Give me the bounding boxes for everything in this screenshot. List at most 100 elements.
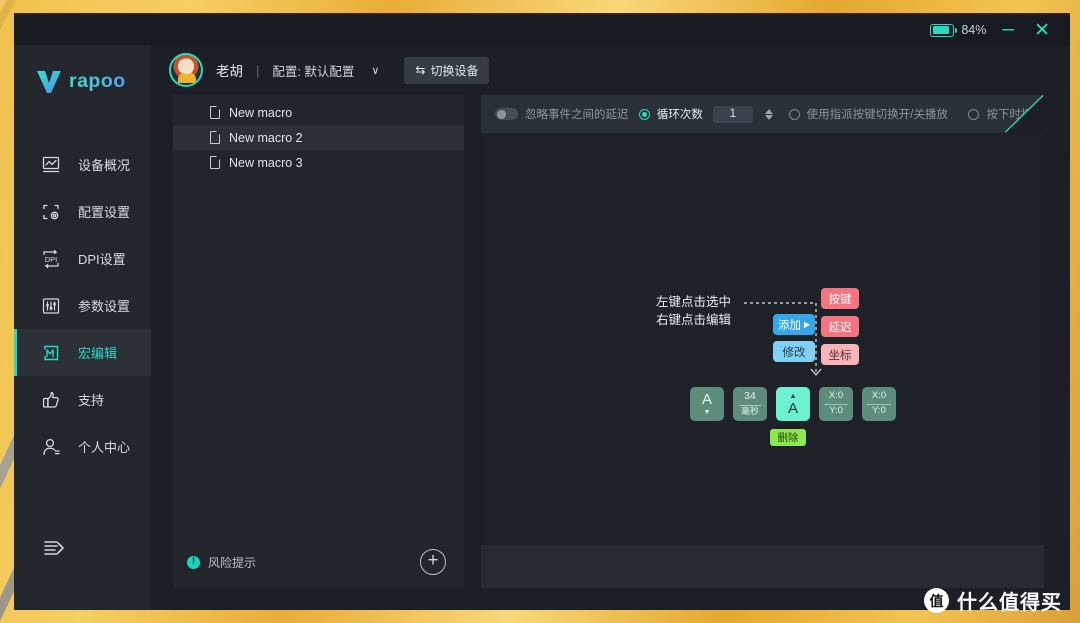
- key-up-arrow-icon: ▲: [789, 392, 797, 400]
- sidebar-item-label: 个人中心: [78, 440, 131, 455]
- watermark-badge: 值: [924, 588, 949, 613]
- key-action-button[interactable]: 按键: [821, 288, 859, 309]
- event-coord-x: X:0: [828, 390, 844, 402]
- svg-text:DPI: DPI: [44, 255, 56, 264]
- macro-canvas[interactable]: 左键点击选中 右键点击编辑 添加 ▶ 修改 按键 延迟 坐标 A ▼ 34 毫秒…: [481, 133, 1044, 545]
- ignore-delay-label: 忽略事件之间的延迟: [525, 109, 629, 121]
- press-play-radio[interactable]: [968, 109, 979, 120]
- toggle-play-radio[interactable]: [789, 109, 800, 120]
- loop-count-input[interactable]: 1: [713, 106, 753, 123]
- press-play-option[interactable]: 按下时播放: [968, 106, 1044, 122]
- title-bar: 84% – ✕: [14, 15, 1070, 45]
- rapoo-app-window: 84% – ✕ rapoo 设备概况 配置设置 DPI DPI设置 参数设置 宏…: [14, 13, 1070, 610]
- watermark-text: 什么值得买: [957, 592, 1062, 614]
- profile-label[interactable]: 配置: 默认配置: [272, 61, 354, 80]
- macro-name: New macro 2: [229, 130, 303, 145]
- loop-count-label: 循环次数: [656, 109, 703, 121]
- delete-event-button[interactable]: 删除: [770, 429, 806, 446]
- loop-count-option[interactable]: 循环次数 1: [639, 106, 773, 123]
- modify-action-button[interactable]: 修改: [773, 341, 815, 362]
- press-play-label: 按下时播放: [986, 109, 1044, 121]
- battery-percent-label: 84%: [961, 23, 987, 37]
- sidebar-item-parameter-settings[interactable]: 参数设置: [14, 282, 151, 329]
- thumbs-up-icon: [38, 387, 63, 412]
- macro-panel-footer: ! 风险提示 +: [173, 536, 464, 588]
- macro-list-panel: New macro New macro 2 New macro 3 ! 风险提示: [173, 95, 464, 588]
- user-icon: [38, 434, 63, 459]
- dpi-icon: DPI: [38, 246, 63, 271]
- sidebar-nav: 设备概况 配置设置 DPI DPI设置 参数设置 宏编辑 支持 个人中心: [14, 141, 151, 470]
- loop-count-radio[interactable]: [639, 109, 650, 120]
- hint-line-2: 右键点击编辑: [656, 313, 732, 328]
- rapoo-logo: rapoo: [14, 45, 151, 117]
- event-coord-x: X:0: [871, 390, 887, 402]
- sidebar-item-label: 宏编辑: [78, 346, 118, 361]
- chevron-down-icon[interactable]: ∨: [371, 64, 379, 77]
- sidebar-item-personal-center[interactable]: 个人中心: [14, 423, 151, 470]
- list-item[interactable]: New macro 3: [173, 150, 464, 175]
- sliders-icon: [38, 293, 63, 318]
- file-icon: [210, 106, 220, 119]
- event-delay-unit: 毫秒: [739, 404, 761, 416]
- battery-icon: [930, 23, 958, 37]
- risk-notice-label: 风险提示: [208, 555, 257, 570]
- macro-name: New macro: [229, 105, 293, 120]
- add-action-button[interactable]: 添加 ▶: [773, 314, 815, 335]
- macro-stage: 左键点击选中 右键点击编辑 添加 ▶ 修改 按键 延迟 坐标 A ▼ 34 毫秒…: [656, 283, 1070, 468]
- macro-icon: [38, 340, 63, 365]
- rapoo-wordmark: rapoo: [69, 69, 126, 92]
- event-coord-y: Y:0: [867, 404, 891, 417]
- toggle-play-option[interactable]: 使用指派按键切换开/关播放: [789, 106, 948, 122]
- battery-status: 84%: [930, 23, 986, 37]
- sidebar-item-dpi-settings[interactable]: DPI DPI设置: [14, 235, 151, 282]
- file-icon: [210, 131, 220, 144]
- sidebar-item-label: 支持: [78, 393, 105, 408]
- content-area: 老胡 | 配置: 默认配置 ∨ ⇆ 切换设备 New macro New mac…: [151, 45, 1070, 610]
- chart-icon: [38, 152, 63, 177]
- risk-notice[interactable]: ! 风险提示: [187, 554, 256, 571]
- add-macro-button[interactable]: +: [420, 549, 446, 575]
- switch-device-button[interactable]: ⇆ 切换设备: [404, 56, 490, 84]
- sidebar-item-macro-editor[interactable]: 宏编辑: [14, 329, 151, 376]
- event-key: A: [701, 391, 712, 408]
- close-button[interactable]: ✕: [1030, 21, 1054, 40]
- avatar[interactable]: [169, 53, 203, 87]
- toggle-play-label: 使用指派按键切换开/关播放: [806, 109, 948, 121]
- hint-line-1: 左键点击选中: [656, 295, 732, 309]
- add-action-label: 添加: [777, 319, 801, 332]
- watermark: 值 什么值得买: [924, 586, 1062, 615]
- list-item[interactable]: New macro: [173, 100, 464, 125]
- sidebar-item-device-overview[interactable]: 设备概况: [14, 141, 151, 188]
- switch-icon: ⇆: [415, 63, 426, 77]
- file-icon: [210, 156, 220, 169]
- macro-editor-panel: 忽略事件之间的延迟 循环次数 1 使用指派按键切换开/关播放 按下时播放 左键点…: [481, 95, 1044, 588]
- minimize-button[interactable]: –: [998, 18, 1018, 39]
- sidebar-item-config-settings[interactable]: 配置设置: [14, 188, 151, 235]
- editor-footer: [481, 545, 1044, 588]
- coordinate-action-button[interactable]: 坐标: [821, 344, 859, 365]
- sidebar-item-label: 配置设置: [78, 205, 131, 220]
- ignore-delay-toggle[interactable]: [495, 108, 518, 120]
- rapoo-v-mark: [37, 70, 61, 93]
- list-item[interactable]: New macro 2: [173, 125, 464, 150]
- key-down-arrow-icon: ▼: [703, 409, 711, 416]
- delay-action-button[interactable]: 延迟: [821, 316, 859, 337]
- macro-event-card[interactable]: X:0 Y:0: [819, 387, 853, 421]
- user-name: 老胡: [216, 64, 243, 79]
- macro-event-card[interactable]: X:0 Y:0: [862, 387, 896, 421]
- ignore-delay-option[interactable]: 忽略事件之间的延迟: [495, 106, 629, 122]
- collapse-menu-icon[interactable]: [44, 539, 66, 562]
- event-coord-y: Y:0: [824, 404, 848, 417]
- macro-event-card[interactable]: A ▼: [690, 387, 724, 421]
- macro-options-toolbar: 忽略事件之间的延迟 循环次数 1 使用指派按键切换开/关播放 按下时播放: [481, 95, 1044, 133]
- loop-count-stepper[interactable]: [765, 109, 773, 120]
- event-key: A: [787, 399, 798, 417]
- sidebar-item-label: DPI设置: [78, 252, 126, 267]
- macro-event-card[interactable]: 34 毫秒: [733, 387, 767, 421]
- user-bar: 老胡 | 配置: 默认配置 ∨ ⇆ 切换设备: [151, 45, 1070, 95]
- sidebar-item-label: 设备概况: [78, 158, 131, 173]
- config-icon: [38, 199, 63, 224]
- chevron-right-icon: ▶: [803, 320, 811, 329]
- macro-event-card[interactable]: ▲ A: [776, 387, 810, 421]
- sidebar-item-support[interactable]: 支持: [14, 376, 151, 423]
